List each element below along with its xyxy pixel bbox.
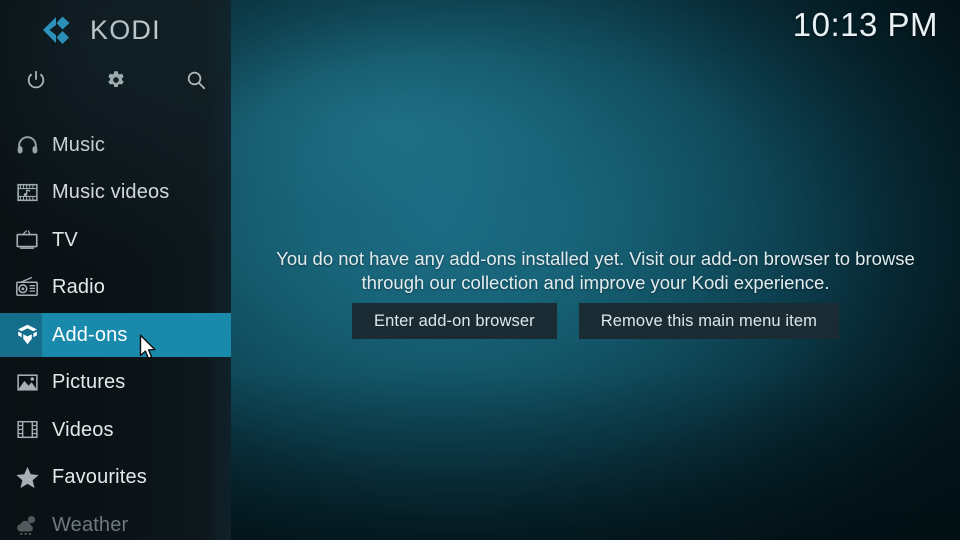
sidebar-item-add-ons[interactable]: Add-ons <box>0 311 231 359</box>
brand-name: KODI <box>90 14 161 45</box>
gear-icon[interactable] <box>96 60 136 100</box>
power-icon[interactable] <box>16 60 56 100</box>
sidebar-item-label: Radio <box>52 276 106 299</box>
sidebar-item-label: TV <box>52 228 78 251</box>
main-content: You do not have any add-ons installed ye… <box>231 0 960 540</box>
brand-logo: KODI <box>0 10 231 50</box>
headphones-icon <box>0 132 52 157</box>
remove-main-menu-item-button[interactable]: Remove this main menu item <box>578 303 839 339</box>
weather-icon <box>0 511 52 538</box>
sidebar-item-tv[interactable]: TV <box>0 216 231 264</box>
sidebar: KODI Music Music videos TV Radio Add-ons… <box>0 0 231 540</box>
sidebar-item-favourites[interactable]: Favourites <box>0 454 231 502</box>
sidebar-item-label: Favourites <box>52 466 147 489</box>
television-icon <box>0 227 52 253</box>
empty-state-message: You do not have any add-ons installed ye… <box>276 248 915 294</box>
music-video-icon <box>0 180 52 205</box>
sidebar-item-label: Add-ons <box>52 323 128 346</box>
sidebar-item-label: Pictures <box>52 371 126 394</box>
sidebar-item-videos[interactable]: Videos <box>0 406 231 454</box>
sidebar-item-pictures[interactable]: Pictures <box>0 359 231 407</box>
main-menu: Music Music videos TV Radio Add-ons Pict… <box>0 121 231 540</box>
sidebar-item-label: Weather <box>52 513 129 536</box>
kodi-logo-icon <box>41 13 79 47</box>
enter-addon-browser-button[interactable]: Enter add-on browser <box>352 303 557 339</box>
pictures-icon <box>0 370 52 395</box>
action-button-row: Enter add-on browser Remove this main me… <box>231 303 960 339</box>
addons-box-icon <box>0 322 52 347</box>
search-icon[interactable] <box>176 60 216 100</box>
sidebar-item-music-videos[interactable]: Music videos <box>0 169 231 217</box>
kodi-home-screen: 10:13 PM You do not have any add-ons ins… <box>0 0 960 540</box>
sidebar-item-label: Music <box>52 133 105 156</box>
sidebar-item-music[interactable]: Music <box>0 121 231 169</box>
radio-icon <box>0 274 52 300</box>
star-icon <box>0 464 52 491</box>
sidebar-item-label: Videos <box>52 418 114 441</box>
sidebar-item-radio[interactable]: Radio <box>0 264 231 312</box>
sidebar-item-label: Music videos <box>52 181 170 204</box>
film-strip-icon <box>0 417 52 442</box>
sidebar-item-weather[interactable]: Weather <box>0 501 231 540</box>
sidebar-toolbar <box>0 60 231 102</box>
